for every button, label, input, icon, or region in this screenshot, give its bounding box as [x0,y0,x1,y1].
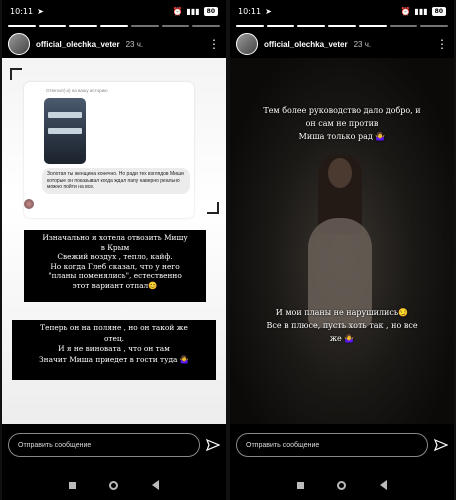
location-icon: ➤ [265,6,272,16]
nav-bar [2,470,226,500]
signal-icon: ▮▮▮ [186,6,200,16]
story-text-block: Тем более руководство дало добро, и он с… [263,106,421,141]
story-text-block: И мои планы не нарушились😏 Все в плюсе, … [266,308,418,343]
status-bar: 10:11 ➤ ⏰ ▮▮▮ 80 [230,0,454,22]
dm-caption: Ответил(-а) на вашу историю [46,88,108,93]
alarm-icon: ⏰ [400,6,411,16]
send-icon[interactable] [434,438,448,452]
story-time: 23 ч. [125,39,144,49]
battery-badge: 80 [431,6,446,16]
nav-home-icon[interactable] [337,480,347,490]
frame-corner [207,202,219,214]
nav-home-icon[interactable] [109,480,119,490]
story-content[interactable]: Ответил(-а) на вашу историю Золотая ты ж… [2,58,226,424]
signal-icon: ▮▮▮ [414,6,428,16]
alarm-icon: ⏰ [172,6,183,16]
username[interactable]: official_olechka_veter [36,40,120,49]
message-input[interactable]: Отправить сообщение [236,433,428,457]
status-bar: 10:11 ➤ ⏰ ▮▮▮ 80 [2,0,226,22]
story-text-block: Теперь он на поляне , но он такой же оте… [12,320,216,380]
status-time: 10:11 [10,6,34,16]
nav-recents-icon[interactable] [68,481,76,489]
send-icon[interactable] [206,438,220,452]
location-icon: ➤ [37,6,44,16]
story-header: official_olechka_veter 23 ч. ⋮ [236,32,448,56]
avatar[interactable] [8,33,30,55]
more-dots-icon[interactable]: ⋮ [436,38,448,50]
battery-badge: 80 [203,6,218,16]
username[interactable]: official_olechka_veter [264,40,348,49]
story-progress [8,25,221,27]
nav-bar [230,470,454,500]
nav-back-icon[interactable] [380,480,388,490]
story-screen-left: 10:11 ➤ ⏰ ▮▮▮ 80 official_olechka_veter 2… [2,0,226,500]
story-screen-right: 10:11 ➤ ⏰ ▮▮▮ 80 official_olechka_veter 2… [230,0,454,500]
dm-message: Золотая ты женщина конечно. Но ради тех … [42,168,190,194]
story-time: 23 ч. [353,39,372,49]
story-progress [236,25,449,27]
more-dots-icon[interactable]: ⋮ [208,38,220,50]
nav-recents-icon[interactable] [296,481,304,489]
story-thumbnail [44,98,86,164]
story-content[interactable]: Тем более руководство дало добро, и он с… [230,58,454,424]
frame-corner [10,68,22,80]
story-text-block: Изначально я хотела отвозить Мишу в Крым… [24,230,206,302]
message-input[interactable]: Отправить сообщение [8,433,200,457]
message-composer: Отправить сообщение [236,432,448,458]
nav-back-icon[interactable] [152,480,160,490]
dm-screenshot: Ответил(-а) на вашу историю Золотая ты ж… [24,82,194,218]
story-header: official_olechka_veter 23 ч. ⋮ [8,32,220,56]
message-composer: Отправить сообщение [8,432,220,458]
avatar[interactable] [236,33,258,55]
dm-sender-avatar [24,199,34,209]
status-time: 10:11 [238,6,262,16]
